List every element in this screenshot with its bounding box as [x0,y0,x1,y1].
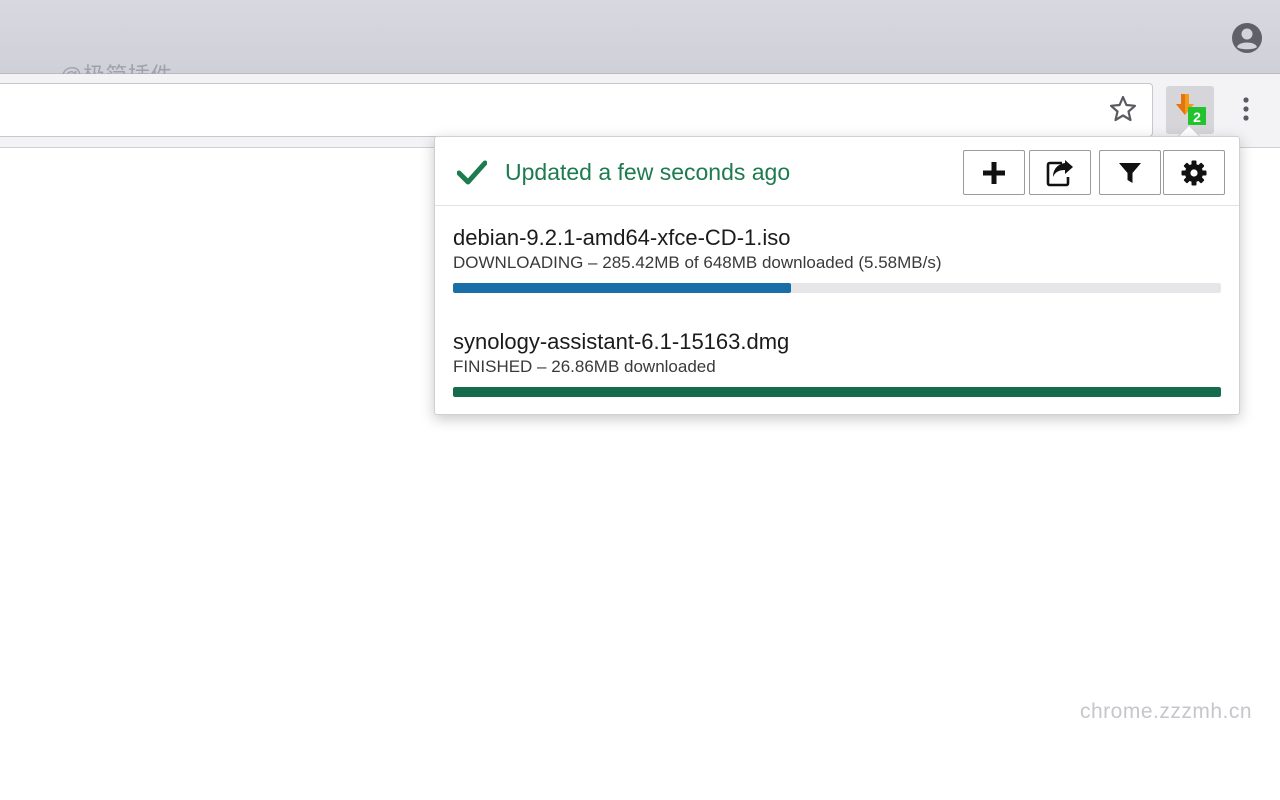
task-filename: synology-assistant-6.1-15163.dmg [453,329,790,354]
address-bar[interactable] [0,83,1153,137]
account-circle-icon[interactable] [1230,21,1264,55]
task-filename: debian-9.2.1-amd64-xfce-CD-1.iso [453,225,791,250]
settings-button[interactable] [1163,150,1225,195]
checkmark-icon [457,160,487,185]
add-task-button[interactable] [963,150,1025,195]
bottom-watermark: chrome.zzzmh.cn [1080,700,1253,723]
popup-header: Updated a few seconds ago [435,137,1239,206]
gear-icon [1181,160,1207,185]
download-station-icon: 2 [1176,94,1206,125]
external-link-icon [1046,159,1073,186]
task-progress-bar [453,387,1221,397]
task-progress-bar [453,283,1221,293]
task-progress-fill [453,283,791,293]
extension-badge-count: 2 [1193,109,1201,125]
download-station-popup: Updated a few seconds ago debian-9.2.1-a… [434,136,1240,415]
star-outline-icon[interactable] [1108,94,1138,124]
task-status-text: DOWNLOADING – 285.42MB of 648MB download… [453,253,942,272]
download-task-item[interactable]: debian-9.2.1-amd64-xfce-CD-1.iso DOWNLOA… [453,225,1221,293]
browser-titlebar: / @极简插件 [0,0,1280,88]
download-task-item[interactable]: synology-assistant-6.1-15163.dmg FINISHE… [453,329,1221,397]
task-progress-fill [453,387,1221,397]
vertical-dots-icon[interactable] [1232,94,1260,126]
status-message: Updated a few seconds ago [505,159,791,185]
plus-icon [983,161,1005,184]
filter-tasks-button[interactable] [1099,150,1161,195]
open-download-station-button[interactable] [1029,150,1091,195]
filter-funnel-icon [1119,162,1141,183]
task-status-text: FINISHED – 26.86MB downloaded [453,357,716,376]
